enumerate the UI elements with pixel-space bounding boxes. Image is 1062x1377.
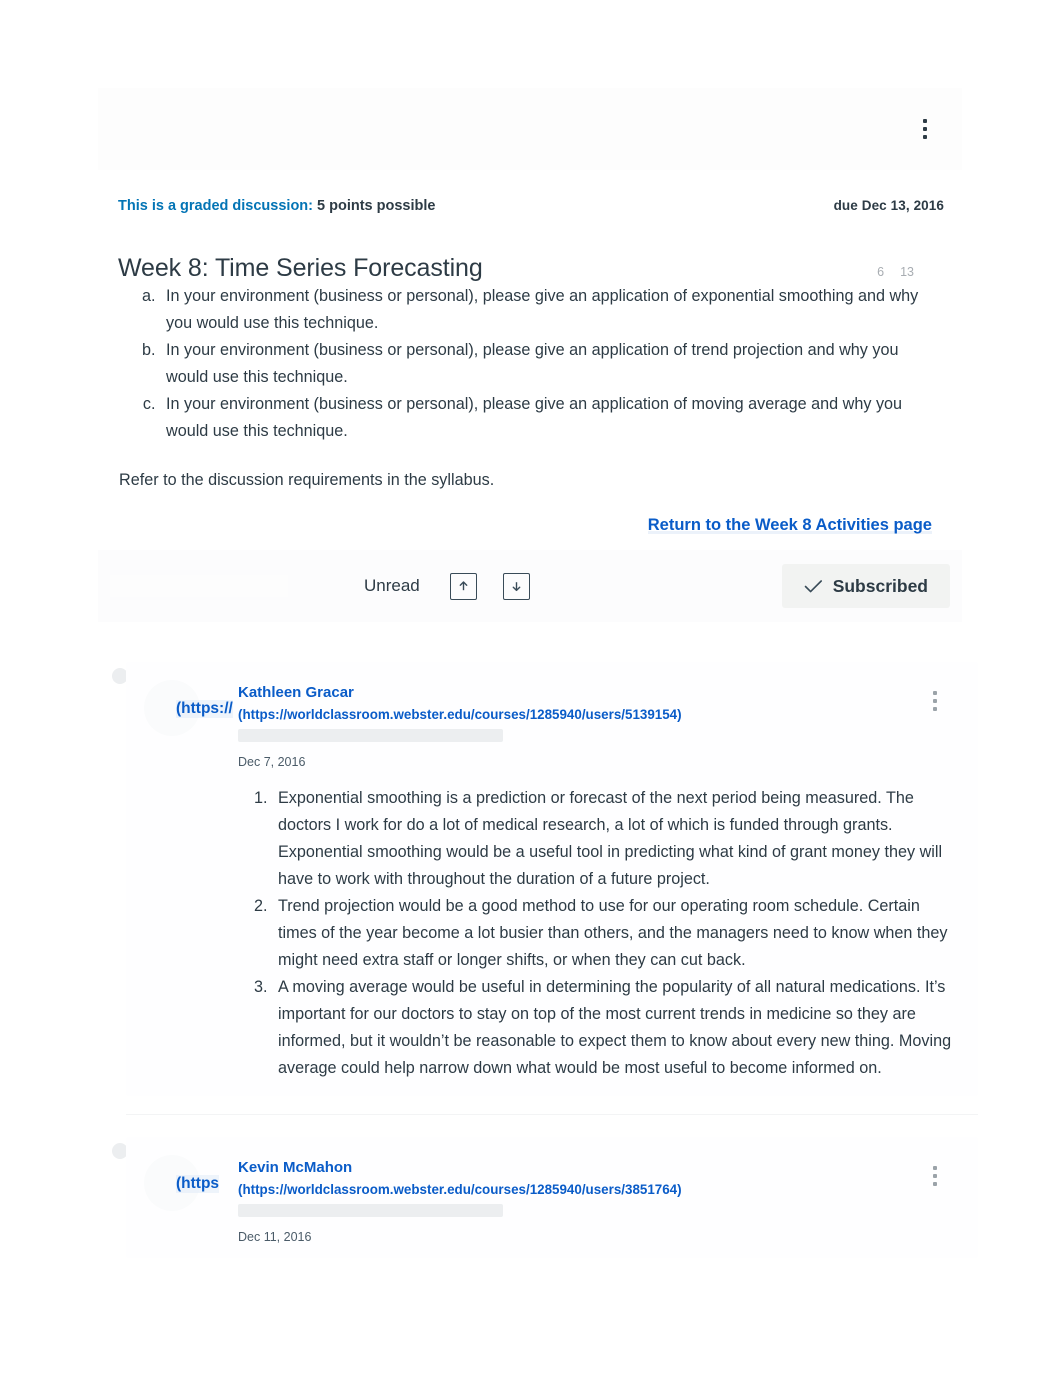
author-profile-url[interactable]: (https://worldclassroom.webster.edu/cour…: [238, 1179, 682, 1201]
avatar-url-fragment: (https: [176, 1175, 220, 1193]
discussion-replies: (https:// Kathleen Gracar (https://world…: [98, 640, 978, 1258]
unread-filter-button[interactable]: Unread: [360, 570, 424, 602]
avatar-url-fragment: (https://: [176, 700, 233, 718]
syllabus-note: Refer to the discussion requirements in …: [119, 471, 495, 489]
return-link-row: Return to the Week 8 Activities page: [118, 512, 944, 539]
graded-discussion-label: This is a graded discussion:: [118, 198, 313, 214]
discussion-page: This is a graded discussion: 5 points po…: [0, 0, 1062, 1377]
list-item: In your environment (business or persona…: [160, 283, 944, 337]
kebab-menu-icon[interactable]: [922, 684, 948, 718]
list-item: In your environment (business or persona…: [160, 337, 944, 391]
reply-list: Exponential smoothing is a prediction or…: [238, 785, 958, 1082]
arrow-up-icon[interactable]: [449, 572, 477, 600]
points-possible-label: 5 points possible: [317, 198, 436, 214]
reply-header: (https Kevin McMahon (https://worldclass…: [126, 1155, 978, 1244]
list-item: In your environment (business or persona…: [160, 391, 944, 445]
reply-counts: 6 13: [877, 259, 944, 279]
list-item: (https Kevin McMahon (https://worldclass…: [98, 1115, 978, 1258]
kebab-menu-icon[interactable]: [922, 1159, 948, 1193]
discussion-action-bar: Unread Subscribed: [98, 550, 962, 622]
topic-toolbar: [98, 88, 962, 170]
topic-meta-row: This is a graded discussion: 5 points po…: [118, 198, 944, 214]
discussion-topic-card: This is a graded discussion: 5 points po…: [98, 88, 962, 622]
author-name-link[interactable]: Kevin McMahon: [238, 1157, 352, 1179]
list-item: A moving average would be useful in dete…: [272, 974, 958, 1082]
check-icon: [804, 579, 822, 592]
unread-count: 6: [877, 264, 885, 279]
list-item: (https:// Kathleen Gracar (https://world…: [98, 640, 978, 1115]
graded-info: This is a graded discussion: 5 points po…: [118, 198, 435, 214]
prompt-list: In your environment (business or persona…: [118, 283, 944, 445]
total-reply-count: 13: [900, 264, 914, 279]
redacted-block: [238, 1204, 503, 1217]
author-block: Kevin McMahon (https://worldclassroom.we…: [238, 1155, 682, 1244]
avatar: (https://: [144, 680, 233, 736]
avatar: (https: [144, 1155, 220, 1211]
search-input[interactable]: [110, 575, 288, 597]
author-block: Kathleen Gracar (https://worldclassroom.…: [238, 680, 682, 769]
due-date-label: due Dec 13, 2016: [833, 198, 944, 213]
reply-card: (https Kevin McMahon (https://worldclass…: [126, 1137, 978, 1258]
list-item: Exponential smoothing is a prediction or…: [272, 785, 958, 893]
page-title: Week 8: Time Series Forecasting: [118, 253, 483, 282]
reply-message: Exponential smoothing is a prediction or…: [238, 785, 958, 1082]
reply-timestamp: Dec 7, 2016: [238, 755, 306, 769]
kebab-menu-icon[interactable]: [912, 112, 938, 146]
topic-message: In your environment (business or persona…: [118, 283, 944, 539]
arrow-down-icon[interactable]: [502, 572, 530, 600]
redacted-block: [238, 729, 503, 742]
author-profile-url[interactable]: (https://worldclassroom.webster.edu/cour…: [238, 704, 682, 726]
subscribe-label: Subscribed: [832, 575, 928, 596]
reply-card: (https:// Kathleen Gracar (https://world…: [126, 662, 978, 1096]
reply-header: (https:// Kathleen Gracar (https://world…: [126, 680, 978, 769]
reply-timestamp: Dec 11, 2016: [238, 1230, 312, 1244]
author-name-link[interactable]: Kathleen Gracar: [238, 682, 354, 704]
list-item: Trend projection would be a good method …: [272, 893, 958, 974]
subscribe-toggle-button[interactable]: Subscribed: [781, 564, 950, 608]
return-to-activities-link[interactable]: Return to the Week 8 Activities page: [647, 516, 932, 534]
